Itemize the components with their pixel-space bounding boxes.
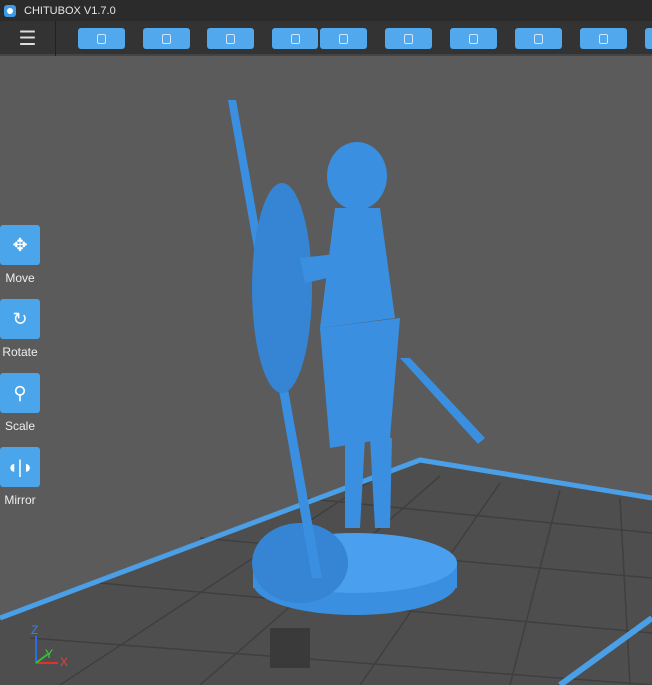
rotate-label: Rotate	[2, 345, 38, 359]
scale-icon: ⚲	[13, 382, 27, 403]
menu-button[interactable]: ☰	[0, 21, 56, 56]
import-button[interactable]	[272, 28, 318, 49]
mirror-label: Mirror	[4, 493, 36, 507]
hollow-button[interactable]	[515, 28, 562, 49]
window-title: CHITUBOX V1.7.0	[24, 4, 116, 17]
axis-y-label: Y	[45, 647, 53, 661]
hollow-icon	[534, 33, 543, 44]
scale-label: Scale	[4, 419, 36, 433]
import-icon	[290, 33, 300, 44]
mirror-icon: ◖|◗	[6, 456, 34, 477]
settings-icon	[599, 33, 608, 44]
move-icon: ✥	[12, 234, 28, 255]
export-button[interactable]	[320, 28, 367, 49]
layout-icon	[226, 33, 235, 44]
app-logo-icon	[4, 4, 16, 17]
model	[228, 100, 485, 668]
3d-viewport[interactable]: Z Y X ✥ Move ↻ Rotate ⚲ Scale ◖|◗ Mirror	[0, 58, 652, 685]
toolbar: ☰	[0, 21, 652, 56]
move-label: Move	[5, 271, 35, 285]
slice-settings-button[interactable]	[385, 28, 432, 49]
export-icon	[339, 33, 348, 44]
move-tool-button[interactable]: ✥	[0, 225, 40, 265]
scene: Z Y X	[0, 100, 652, 685]
scale-tool-button[interactable]: ⚲	[0, 373, 40, 413]
save-icon	[162, 33, 171, 44]
slice-icon	[404, 33, 413, 44]
save-button[interactable]	[143, 28, 190, 49]
supports-icon	[469, 33, 478, 44]
mirror-tool-button[interactable]: ◖|◗	[0, 447, 40, 487]
rotate-icon: ↻	[12, 308, 28, 329]
axis-z-label: Z	[31, 623, 38, 637]
axis-x-label: X	[60, 655, 68, 669]
settings-button[interactable]	[580, 28, 627, 49]
rotate-tool-button[interactable]: ↻	[0, 299, 40, 339]
title-bar: CHITUBOX V1.7.0	[0, 0, 652, 21]
auto-layout-button[interactable]	[207, 28, 254, 49]
more-button[interactable]	[645, 28, 652, 49]
open-file-button[interactable]	[78, 28, 125, 49]
folder-icon	[97, 33, 106, 44]
supports-button[interactable]	[450, 28, 497, 49]
